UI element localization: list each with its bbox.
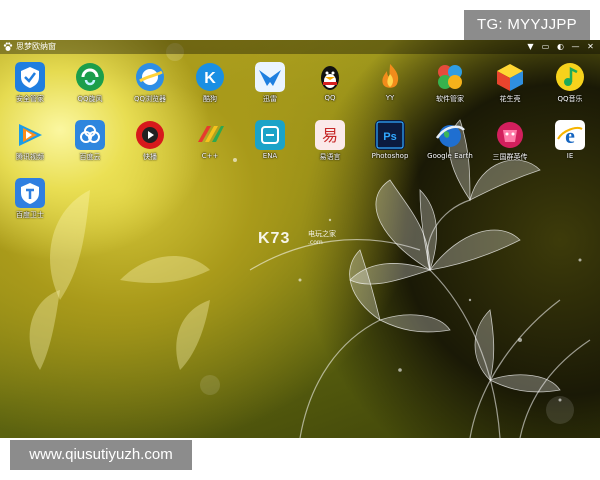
qvod-icon (135, 120, 165, 150)
desktop-icon-software-manager[interactable]: 软件管家 (420, 62, 480, 112)
yy-flame-icon (375, 62, 405, 92)
desktop-icon-google-earth[interactable]: Google Earth (420, 120, 480, 170)
window-controls: ▼ ▭ ◐ — ✕ (525, 41, 596, 52)
desktop-icon-security[interactable]: 安全管家 (0, 62, 60, 112)
minimize-icon[interactable]: — (570, 41, 581, 52)
desktop-icon-qq-music[interactable]: QQ音乐 (540, 62, 600, 112)
qq-music-icon (555, 62, 585, 92)
settings-icon[interactable]: ◐ (555, 41, 566, 52)
desktop-icon-tencent-video[interactable]: 腾讯视频 (0, 120, 60, 170)
software-manager-icon (435, 62, 465, 92)
desktop-icon-qq-whirlwind[interactable]: QQ旋风 (60, 62, 120, 112)
desktop-icon-cpp[interactable]: C++ (180, 120, 240, 170)
photoshop-icon: Ps (375, 120, 405, 150)
paw-icon (3, 42, 13, 51)
desktop-screen: K73 电玩之家 .com 思梦欧纳窗 ▼ ▭ ◐ — ✕ 安全管家 QQ旋风 … (0, 40, 600, 438)
desktop-icon-game[interactable]: 三国群英传 (480, 120, 540, 170)
xunlei-icon (255, 62, 285, 92)
desktop-icon-eyuyan[interactable]: 易 易语言 (300, 120, 360, 170)
desktop-icon-peanut-shell[interactable]: 花生壳 (480, 62, 540, 112)
desktop-icon-qvod[interactable]: 快播 (120, 120, 180, 170)
tg-label: TG: MYYJJPP (464, 10, 590, 40)
ena-icon (255, 120, 285, 150)
tencent-security-icon (15, 62, 45, 92)
qq-penguin-icon (315, 62, 345, 92)
desktop-icon-ena[interactable]: ENA (240, 120, 300, 170)
desktop-icon-xunlei[interactable]: 迅雷 (240, 62, 300, 112)
desktop-icon-yy[interactable]: YY (360, 62, 420, 112)
desktop-icon-ie[interactable]: e IE (540, 120, 600, 170)
svg-text:K: K (204, 70, 216, 87)
game-hero-icon (495, 120, 525, 150)
url-label: www.qiusutiyuzh.com (10, 440, 192, 470)
desktop-icon-qq[interactable]: QQ (300, 62, 360, 112)
baidu-guard-icon (15, 178, 45, 208)
window-icon[interactable]: ▭ (540, 41, 551, 52)
desktop-icon-baidu-cloud[interactable]: 百度云 (60, 120, 120, 170)
peanut-shell-icon (495, 62, 525, 92)
tencent-video-icon (15, 120, 45, 150)
internet-explorer-icon: e (555, 120, 585, 150)
svg-text:Ps: Ps (383, 131, 396, 143)
watermark: K73 电玩之家 .com (258, 230, 336, 247)
title-bar: 思梦欧纳窗 ▼ ▭ ◐ — ✕ (0, 40, 600, 54)
qq-browser-icon (135, 62, 165, 92)
baidu-cloud-icon (75, 120, 105, 150)
window-title: 思梦欧纳窗 (16, 42, 56, 51)
cpp-icon (195, 120, 225, 150)
desktop-icon-photoshop[interactable]: Ps Photoshop (360, 120, 420, 170)
eyuyan-icon: 易 (315, 120, 345, 150)
close-icon[interactable]: ✕ (585, 41, 596, 52)
google-earth-icon (435, 120, 465, 150)
menu-icon[interactable]: ▼ (525, 41, 536, 52)
desktop-icon-qq-browser[interactable]: QQ浏览器 (120, 62, 180, 112)
desktop-icon-kugou[interactable]: K 酷狗 (180, 62, 240, 112)
kugou-icon: K (195, 62, 225, 92)
desktop-icon-baidu-guard[interactable]: 百度卫士 (0, 178, 60, 228)
svg-text:易: 易 (322, 126, 338, 145)
svg-text:e: e (565, 123, 575, 148)
qq-whirlwind-icon (75, 62, 105, 92)
